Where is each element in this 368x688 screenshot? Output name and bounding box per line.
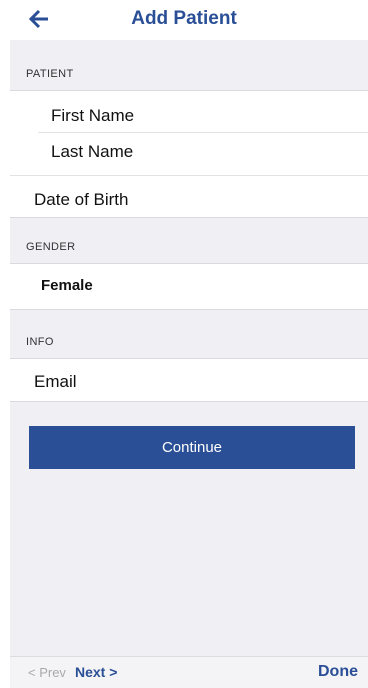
info-section-label: INFO: [26, 336, 54, 348]
gender-section-label: GENDER: [26, 241, 76, 253]
gender-row[interactable]: Female: [10, 264, 368, 310]
row-divider: [10, 175, 368, 176]
gender-section-header: GENDER: [10, 218, 368, 263]
email-field[interactable]: [34, 371, 334, 393]
row-divider: [38, 132, 368, 133]
add-patient-screen: Add Patient PATIENT GENDER Female INFO: [0, 0, 368, 688]
last-name-field[interactable]: [51, 141, 351, 163]
patient-section-label: PATIENT: [26, 68, 74, 80]
patient-group: [10, 90, 368, 218]
done-button[interactable]: Done: [318, 663, 358, 681]
next-field-button[interactable]: Next >: [75, 664, 117, 680]
info-group: [10, 358, 368, 402]
first-name-field[interactable]: [51, 105, 351, 127]
gender-group: Female: [10, 263, 368, 310]
date-of-birth-field[interactable]: [34, 189, 334, 211]
continue-button[interactable]: Continue: [29, 426, 355, 469]
patient-section-header: PATIENT: [10, 40, 368, 90]
gender-value: Female: [41, 277, 93, 294]
prev-field-button[interactable]: < Prev: [28, 665, 66, 680]
nav-header: Add Patient: [0, 0, 368, 40]
info-section-header: INFO: [10, 310, 368, 358]
keyboard-toolbar: < Prev Next > Done: [10, 656, 368, 688]
form-content: PATIENT GENDER Female INFO Co: [10, 40, 368, 656]
page-title: Add Patient: [131, 8, 237, 29]
